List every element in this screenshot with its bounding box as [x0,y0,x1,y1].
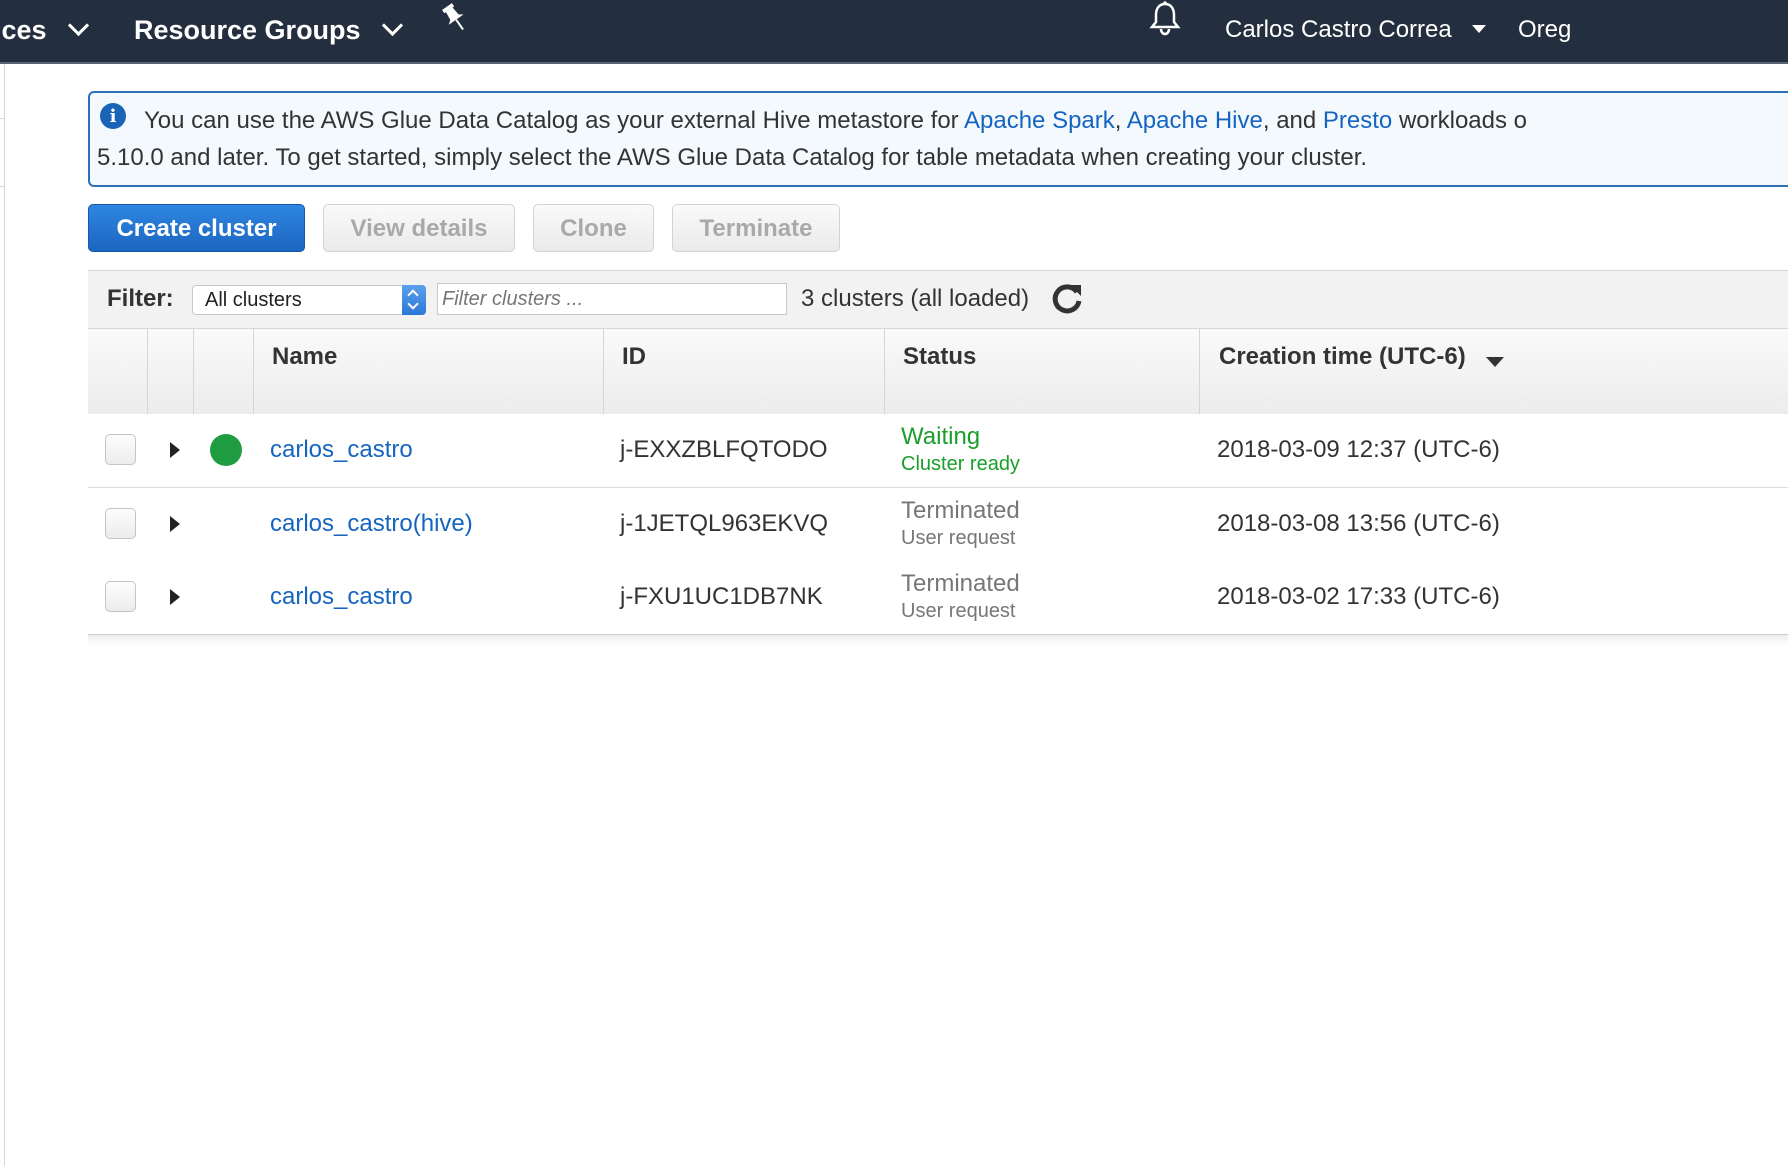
sidebar-divider [0,118,5,119]
pin-icon[interactable] [440,0,470,62]
apache-hive-link[interactable]: Apache Hive [1127,107,1263,134]
resource-groups-menu[interactable]: Resource Groups [134,0,403,62]
table-row: carlos_castro j-FXU1UC1DB7NK Terminated … [88,561,1788,635]
user-menu[interactable]: Carlos Castro Correa [1225,0,1486,62]
select-arrows-icon [402,285,426,315]
cluster-name-link[interactable]: carlos_castro [270,583,413,611]
cluster-name-link[interactable]: carlos_castro(hive) [270,510,473,538]
cluster-name-link[interactable]: carlos_castro [270,436,413,464]
cluster-id: j-1JETQL963EKVQ [620,510,829,537]
cluster-creation-time: 2018-03-02 17:33 (UTC-6) [1217,583,1500,610]
apache-spark-link[interactable]: Apache Spark [964,107,1115,134]
sort-desc-icon[interactable] [1485,356,1504,367]
cluster-status: Waiting [901,423,981,450]
creation-time-label: Creation time (UTC-6) [1219,343,1466,370]
chevron-down-icon [67,15,89,37]
column-header-id[interactable]: ID [622,343,646,371]
filter-label: Filter: [107,285,174,312]
column-separator [253,329,254,414]
sidebar-divider [0,186,5,187]
row-checkbox[interactable] [105,434,136,465]
chevron-down-icon [381,15,403,37]
row-checkbox[interactable] [105,508,136,539]
cluster-status: Terminated [901,570,1020,597]
banner-text: , [1114,107,1127,134]
expand-triangle-icon[interactable] [170,442,180,458]
view-details-button[interactable]: View details [323,204,515,252]
create-cluster-button[interactable]: Create cluster [88,204,305,252]
terminate-button[interactable]: Terminate [672,204,840,252]
cluster-filter-select[interactable]: All clusters [192,285,426,315]
filter-clusters-input[interactable] [437,283,787,315]
table-row: carlos_castro(hive) j-1JETQL963EKVQ Term… [88,488,1788,562]
banner-text: , and [1262,107,1323,134]
filter-bar: Filter: All clusters 3 clusters (all loa… [88,270,1788,329]
table-header: Name ID Status Creation time (UTC-6) [88,328,1788,415]
banner-text-line2: 5.10.0 and later. To get started, simply… [97,144,1368,171]
row-checkbox[interactable] [105,581,136,612]
services-menu[interactable]: ices [0,0,89,62]
cluster-id: j-EXXZBLFQTODO [620,436,828,463]
info-icon: i [100,103,126,129]
left-sidebar-edge [0,64,5,1166]
banner-text: workloads o [1392,107,1528,134]
column-header-creation-time[interactable]: Creation time (UTC-6) [1219,343,1504,371]
banner-text: You can use the AWS Glue Data Catalog as… [144,107,964,134]
cluster-id: j-FXU1UC1DB7NK [620,583,823,610]
services-label: ices [0,15,47,45]
bell-icon[interactable] [1148,0,1182,62]
column-separator [884,329,885,414]
chevron-down-icon [1471,24,1486,33]
cluster-status-detail: User request [901,600,1016,622]
cluster-creation-time: 2018-03-09 12:37 (UTC-6) [1217,436,1500,463]
user-name: Carlos Castro Correa [1225,16,1452,43]
column-separator [193,329,194,414]
cluster-status: Terminated [901,497,1020,524]
cluster-filter-selected: All clusters [205,289,302,311]
status-dot-icon [210,434,242,466]
cluster-status-detail: Cluster ready [901,453,1020,475]
table-bottom-shadow [88,634,1788,646]
column-header-status[interactable]: Status [903,343,976,371]
cluster-count: 3 clusters (all loaded) [801,285,1030,312]
banner-text-line1: You can use the AWS Glue Data Catalog as… [144,107,1527,135]
resource-groups-label: Resource Groups [134,15,361,45]
region-label: Oreg [1518,16,1572,43]
clone-button[interactable]: Clone [533,204,654,252]
cluster-creation-time: 2018-03-08 13:56 (UTC-6) [1217,510,1500,537]
expand-triangle-icon[interactable] [170,589,180,605]
presto-link[interactable]: Presto [1323,107,1392,134]
column-separator [147,329,148,414]
column-separator [1199,329,1200,414]
table-row: carlos_castro j-EXXZBLFQTODO Waiting Clu… [88,414,1788,488]
column-separator [603,329,604,414]
region-menu[interactable]: Oreg [1518,0,1571,62]
refresh-icon[interactable] [1050,282,1084,316]
cluster-status-detail: User request [901,527,1016,549]
info-banner: i You can use the AWS Glue Data Catalog … [88,91,1788,187]
column-header-name[interactable]: Name [272,343,337,371]
expand-triangle-icon[interactable] [170,516,180,532]
top-nav-bar: ices Resource Groups Carlos Castro Corre… [0,0,1788,64]
